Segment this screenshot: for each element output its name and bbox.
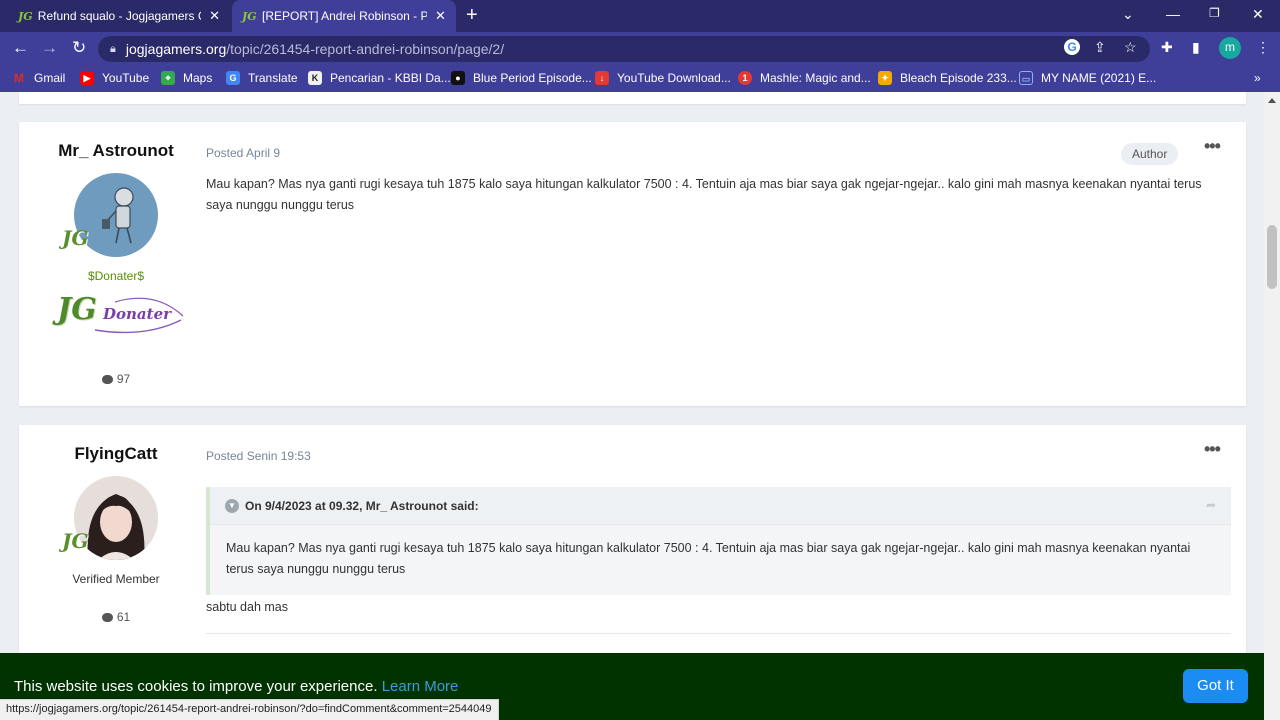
forward-arrow-icon[interactable]: → [41, 38, 58, 58]
post-date[interactable]: Posted April 9 [206, 146, 280, 160]
tab-title: [REPORT] Andrei Robinson - Pag [262, 9, 427, 23]
bookmarks-bar: M Gmail ▶ YouTube ⌖ Maps G Translate K Pencar… [0, 66, 1280, 92]
tab-report-andrei[interactable]: JG [REPORT] Andrei Robinson - Pag ✕ [232, 0, 456, 32]
post-count[interactable]: 97 [19, 372, 213, 386]
tab-title: Refund squalo - Jogjagamers Co [37, 9, 202, 23]
jg-favicon-icon: JG [18, 9, 33, 23]
scroll-thumb[interactable] [1267, 225, 1277, 289]
quote-block: ▼ On 9/4/2023 at 09.32, Mr_ Astrounot sa… [206, 487, 1231, 595]
restore-icon[interactable]: ❐ [1209, 6, 1220, 20]
kbbi-icon: K [308, 71, 322, 85]
chevron-down-icon[interactable]: ▼ [225, 499, 239, 513]
side-panel-icon[interactable]: ▮ [1192, 39, 1200, 56]
bookmark-star-icon[interactable]: ☆ [1124, 39, 1137, 56]
bookmark-mashle[interactable]: 1 Mashle: Magic and... [738, 71, 871, 85]
url-host: jogjagamers.org [125, 41, 227, 57]
window-close-icon[interactable]: ✕ [1252, 6, 1264, 23]
donater-swoosh [94, 297, 184, 334]
post-content: Mau kapan? Mas nya ganti rugi kesaya tuh… [206, 177, 1202, 212]
youtube-icon: ▶ [80, 71, 94, 85]
gmail-icon: M [14, 71, 24, 85]
cookie-message: This website uses cookies to improve you… [14, 678, 459, 695]
username[interactable]: FlyingCatt [19, 444, 213, 464]
share-arrow-icon[interactable]: ➦ [1206, 498, 1216, 512]
tab-search-icon[interactable]: ⌄ [1122, 6, 1134, 23]
bookmark-gmail[interactable]: M Gmail [12, 71, 65, 85]
close-icon[interactable]: ✕ [435, 8, 446, 24]
more-options-icon[interactable]: ••• [1204, 439, 1221, 460]
tab-strip: JG Refund squalo - Jogjagamers Co ✕ JG [… [0, 0, 1280, 32]
more-options-icon[interactable]: ••• [1204, 136, 1221, 157]
bookmark-bleach[interactable]: ✦ Bleach Episode 233... [878, 71, 1017, 85]
bookmark-blue-period[interactable]: ● Blue Period Episode... [451, 71, 592, 85]
close-icon[interactable]: ✕ [209, 8, 220, 24]
group-title: $Donater$ [87, 269, 145, 283]
tv-icon: ▭ [1019, 71, 1033, 85]
share-icon[interactable]: ⇪ [1094, 39, 1106, 56]
got-it-button[interactable]: Got It [1183, 669, 1248, 703]
bookmark-youtube[interactable]: ▶ YouTube [80, 71, 149, 85]
extensions-puzzle-icon[interactable]: ✚ [1161, 39, 1173, 56]
more-bookmarks-icon[interactable]: » [1254, 71, 1261, 85]
quote-citation[interactable]: On 9/4/2023 at 09.32, Mr_ Astrounot said… [245, 499, 479, 513]
profile-avatar[interactable]: m [1219, 37, 1241, 59]
learn-more-link[interactable]: Learn More [382, 678, 459, 695]
blue-period-icon: ● [451, 71, 465, 85]
page-scrollbar[interactable] [1264, 92, 1280, 720]
scroll-up-arrow-icon[interactable] [1268, 98, 1276, 103]
translate-icon: G [226, 71, 240, 85]
toolbar: ← → ↻ 🔒︎ jogjagamers.org/topic/261454-re… [0, 32, 1280, 66]
status-bar-url: https://jogjagamers.org/topic/261454-rep… [0, 699, 499, 720]
page-viewport: Mr_ Astrounot JG $Donater$ JG Donater 97… [0, 92, 1264, 720]
post-count[interactable]: 61 [19, 610, 213, 624]
bookmark-youtube-download[interactable]: ↓ YouTube Download... [595, 71, 731, 85]
bookmark-kbbi[interactable]: K Pencarian - KBBI Da... [308, 71, 451, 85]
google-icon[interactable]: G [1064, 39, 1080, 55]
url-path: /topic/261454-report-andrei-robinson/pag… [226, 41, 505, 57]
mashle-icon: 1 [738, 71, 752, 85]
bookmark-maps[interactable]: ⌖ Maps [161, 71, 212, 85]
quote-content: Mau kapan? Mas nya ganti rugi kesaya tuh… [226, 541, 1191, 576]
minimize-icon[interactable]: — [1166, 6, 1180, 22]
previous-post-card [19, 92, 1246, 104]
jg-badge-icon: JG [62, 226, 89, 250]
bookmark-my-name[interactable]: ▭ MY NAME (2021) E... [1019, 71, 1156, 85]
comment-bubble-icon [101, 375, 113, 384]
maps-icon: ⌖ [161, 71, 175, 85]
new-tab-icon[interactable]: + [466, 4, 478, 26]
author-badge: Author [1121, 143, 1179, 165]
bleach-icon: ✦ [878, 71, 892, 85]
bookmark-translate[interactable]: G Translate [226, 71, 298, 85]
username[interactable]: Mr_ Astrounot [19, 141, 213, 161]
lock-icon[interactable]: 🔒︎ [110, 43, 116, 56]
reload-icon[interactable]: ↻ [72, 38, 86, 58]
forum-post: Mr_ Astrounot JG $Donater$ JG Donater 97… [19, 122, 1246, 406]
group-title: Verified Member [72, 572, 160, 586]
download-icon: ↓ [595, 71, 609, 85]
jg-badge-icon: JG [62, 529, 89, 553]
quote-header: ▼ On 9/4/2023 at 09.32, Mr_ Astrounot sa… [210, 487, 1231, 525]
menu-dots-icon[interactable]: ⋮ [1256, 39, 1270, 56]
post-content: sabtu dah mas [206, 600, 288, 614]
comment-bubble-icon [101, 613, 113, 622]
post-date[interactable]: Posted Senin 19:53 [206, 449, 311, 463]
divider [206, 633, 1231, 634]
jg-favicon-icon: JG [242, 9, 257, 23]
back-arrow-icon[interactable]: ← [12, 38, 29, 58]
tab-refund-squalo[interactable]: JG Refund squalo - Jogjagamers Co ✕ [8, 0, 230, 32]
donater-badge-image: JG Donater [55, 290, 185, 340]
address-bar[interactable]: 🔒︎ jogjagamers.org/topic/261454-report-a… [98, 36, 1150, 62]
